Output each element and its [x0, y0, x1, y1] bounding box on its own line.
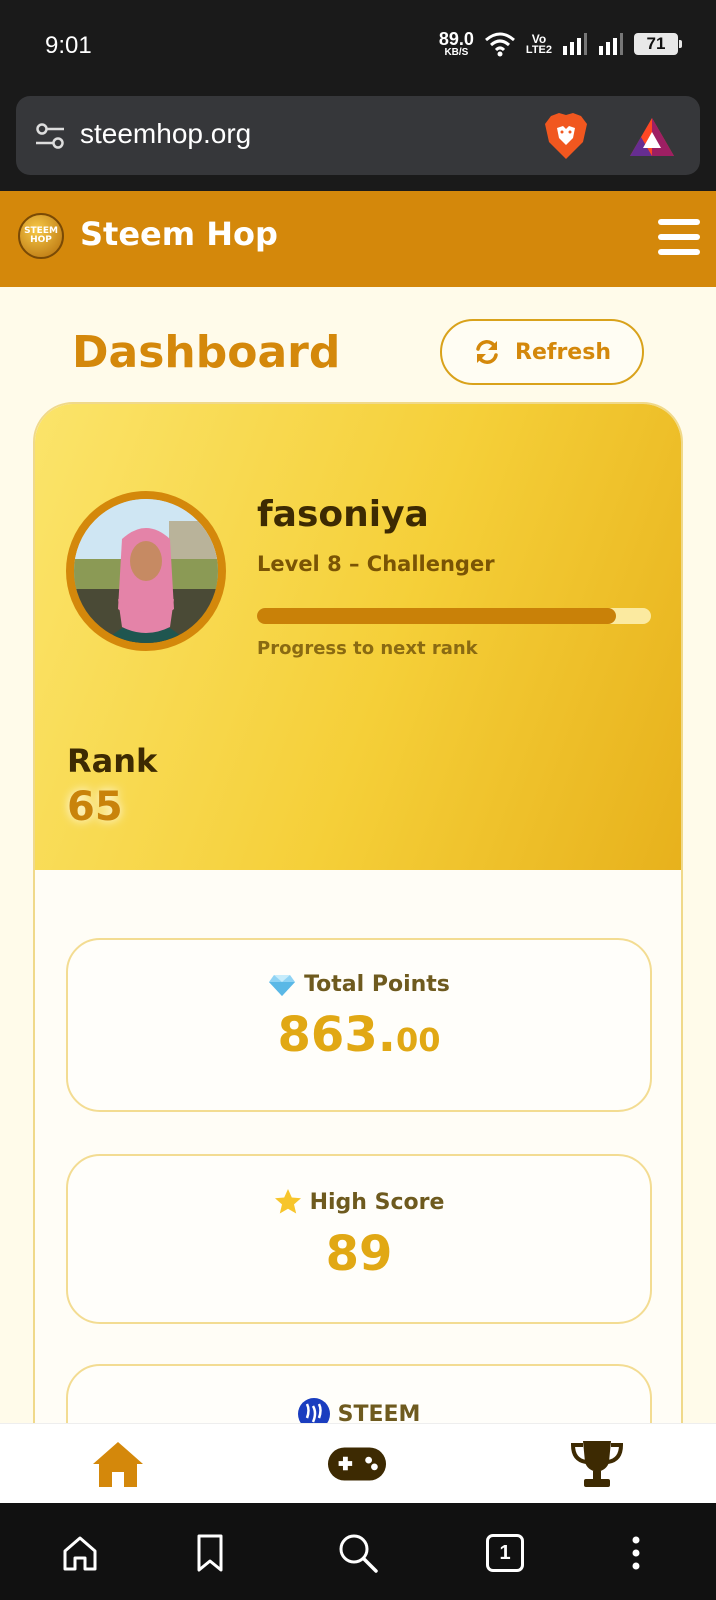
- browser-toolbar: steemhop.org: [0, 92, 716, 191]
- browser-home-button[interactable]: [58, 1531, 102, 1575]
- nav-leaderboard[interactable]: [567, 1436, 627, 1492]
- gamepad-icon: [327, 1447, 387, 1481]
- rank-progress-fill: [257, 608, 616, 624]
- high-score-label: High Score: [309, 1189, 445, 1215]
- address-bar[interactable]: steemhop.org: [16, 96, 700, 175]
- signal-icon-2: [599, 33, 623, 55]
- bookmark-icon: [197, 1534, 223, 1572]
- refresh-icon: [476, 340, 498, 364]
- menu-bar: [658, 219, 700, 225]
- steem-label: STEEM: [337, 1401, 421, 1424]
- status-bar: 9:01 89.0 KB/S Vo LTE2 71: [0, 0, 716, 92]
- progress-label: Progress to next rank: [257, 638, 478, 659]
- app-bottom-nav: [0, 1423, 716, 1503]
- tab-count-icon: 1: [486, 1534, 524, 1572]
- status-icons: 89.0 KB/S Vo LTE2 71: [439, 30, 682, 58]
- site-settings-icon[interactable]: [34, 120, 66, 152]
- volte-top: Vo: [531, 31, 547, 46]
- steem-icon: [297, 1398, 330, 1423]
- high-score-value: 89: [325, 1226, 393, 1282]
- menu-bar: [658, 249, 700, 255]
- volte-indicator: Vo LTE2: [526, 33, 552, 56]
- site-logo[interactable]: STEEM HOP: [18, 213, 64, 259]
- status-time: 9:01: [45, 32, 92, 59]
- url-text[interactable]: steemhop.org: [80, 118, 251, 150]
- network-speed-unit: KB/S: [444, 47, 469, 58]
- site-header: STEEM HOP Steem Hop: [0, 191, 716, 287]
- more-menu-button[interactable]: [614, 1531, 658, 1575]
- gem-icon: [269, 974, 296, 996]
- username: fasoniya: [257, 494, 429, 535]
- volte-bottom: LTE2: [525, 43, 552, 56]
- rank-value: 65: [67, 784, 123, 830]
- site-title[interactable]: Steem Hop: [80, 215, 278, 253]
- nav-games[interactable]: [327, 1436, 387, 1492]
- profile-card: fasoniya Level 8 – Challenger Progress t…: [33, 402, 683, 1423]
- tabs-button[interactable]: 1: [483, 1531, 527, 1575]
- home-outline-icon: [63, 1536, 97, 1571]
- profile-header: fasoniya Level 8 – Challenger Progress t…: [35, 404, 681, 870]
- rank-progress-bar: [257, 608, 651, 624]
- high-score-card: High Score 89: [66, 1154, 652, 1324]
- steem-heading: STEEM: [68, 1398, 650, 1423]
- wifi-icon: [484, 32, 515, 57]
- main-content: Dashboard Refresh fasoniya Level 8 – Cha…: [0, 287, 716, 1423]
- total-points-card: Total Points 863.00: [66, 938, 652, 1112]
- total-points-value: 863.00: [68, 1007, 650, 1063]
- level-label: Level 8 – Challenger: [257, 552, 495, 576]
- brave-rewards-icon[interactable]: [628, 116, 676, 158]
- logo-text: STEEM HOP: [24, 226, 58, 245]
- signal-icon-1: [563, 33, 587, 55]
- brave-shields-icon[interactable]: [543, 112, 589, 160]
- home-icon: [93, 1442, 143, 1487]
- rank-label: Rank: [67, 742, 158, 780]
- more-vertical-icon: [632, 1536, 640, 1570]
- trophy-icon: [570, 1441, 624, 1487]
- total-points-heading: Total Points: [68, 972, 650, 997]
- total-points-label: Total Points: [304, 972, 450, 997]
- page-title: Dashboard: [72, 327, 341, 378]
- search-button[interactable]: [336, 1531, 380, 1575]
- tab-count: 1: [499, 1541, 511, 1564]
- star-icon: [274, 1189, 301, 1214]
- bookmark-button[interactable]: [188, 1531, 232, 1575]
- refresh-label: Refresh: [515, 339, 611, 365]
- browser-bottom-bar: 1: [0, 1503, 716, 1600]
- total-points-decimal: 00: [395, 1021, 441, 1059]
- network-speed: 89.0 KB/S: [439, 30, 474, 58]
- menu-bar: [658, 234, 700, 240]
- avatar-photo: [74, 499, 218, 643]
- nav-home[interactable]: [88, 1436, 148, 1492]
- search-icon: [339, 1534, 378, 1573]
- refresh-button[interactable]: Refresh: [440, 319, 644, 385]
- avatar: [66, 491, 226, 651]
- network-speed-value: 89.0: [438, 29, 474, 49]
- steem-card: STEEM: [66, 1364, 652, 1423]
- total-points-int: 863.: [277, 1007, 396, 1063]
- menu-icon[interactable]: [658, 219, 700, 255]
- high-score-heading: High Score: [68, 1188, 650, 1216]
- battery-indicator: 71: [634, 33, 682, 55]
